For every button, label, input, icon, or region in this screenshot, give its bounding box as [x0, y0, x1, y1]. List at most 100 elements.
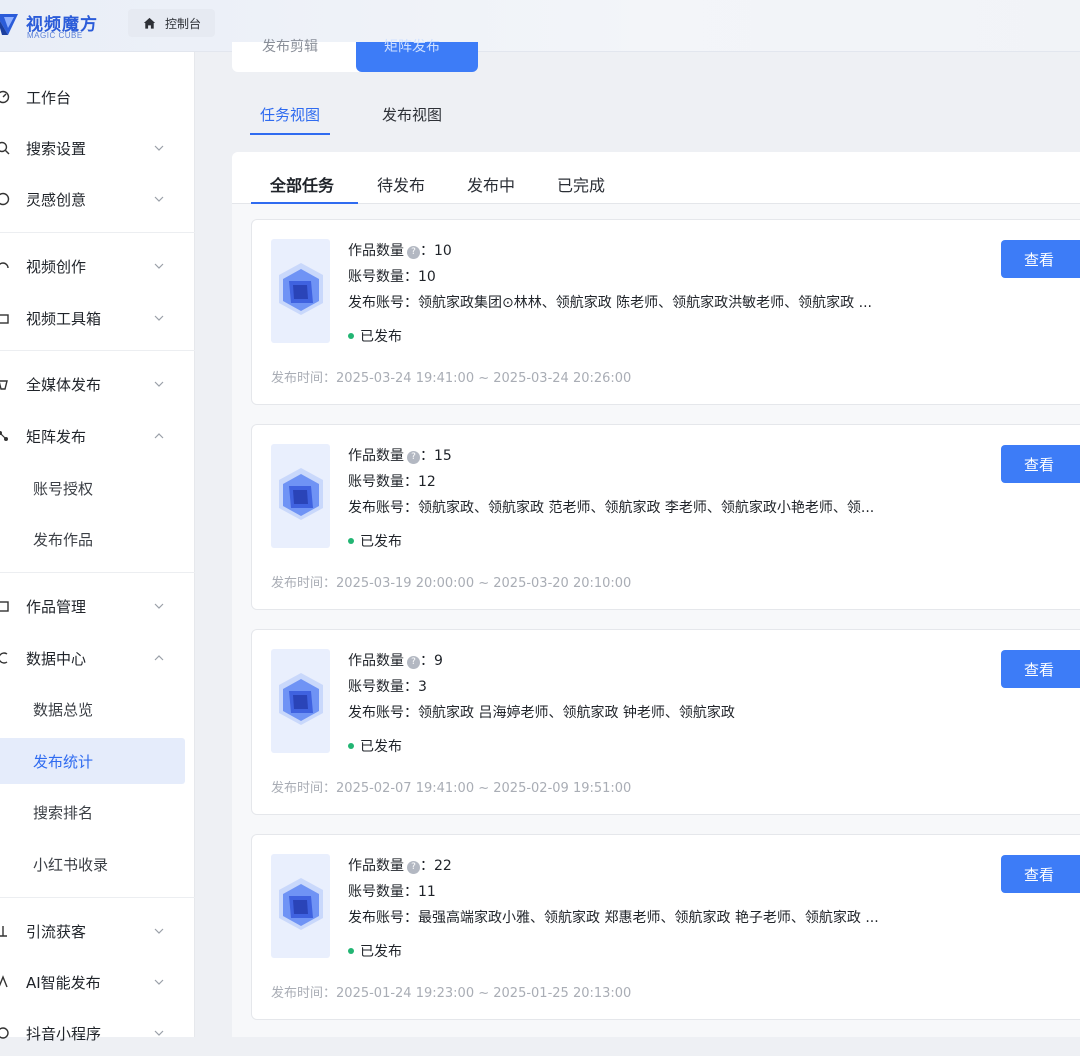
- status-label: 已发布: [360, 739, 402, 755]
- sidebar-subitem-account-auth[interactable]: 账号授权: [0, 465, 185, 511]
- works-count-row: 作品数量? ：10: [348, 243, 452, 259]
- publish-time: 发布时间：2025-03-19 20:00:00 ~ 2025-03-20 20…: [271, 576, 632, 591]
- sidebar-item-inspiration[interactable]: 灵感创意: [0, 176, 185, 222]
- help-icon[interactable]: ?: [407, 246, 420, 259]
- chevron-up-icon: [154, 655, 164, 661]
- video-create-icon: [0, 262, 9, 269]
- sidebar-subitem-publish-stats[interactable]: 发布统计: [0, 738, 185, 784]
- status-dot: [348, 333, 354, 339]
- task-thumbnail: [271, 649, 330, 753]
- publish-time-value: 2025-01-24 19:23:00 ~ 2025-01-25 20:13:0…: [336, 986, 632, 1001]
- sidebar-item-search-settings[interactable]: 搜索设置: [0, 125, 185, 171]
- tab-pending[interactable]: 待发布: [377, 172, 425, 196]
- sidebar-item-label: 工作台: [26, 88, 72, 107]
- accounts-count-row: 账号数量：3: [348, 679, 427, 695]
- sidebar-item-traffic[interactable]: 引流获客: [0, 908, 185, 954]
- sidebar-item-workbench[interactable]: 工作台: [0, 74, 185, 120]
- accounts-count-label: 账号数量: [348, 884, 404, 900]
- works-count-value: 22: [434, 858, 452, 874]
- publish-time: 发布时间：2025-03-24 19:41:00 ~ 2025-03-24 20…: [271, 371, 632, 386]
- tab-publish-view[interactable]: 发布视图: [382, 104, 442, 125]
- sidebar-item-video-toolbox[interactable]: 视频工具箱: [0, 295, 185, 341]
- view-button[interactable]: 查看: [1001, 855, 1080, 893]
- help-icon[interactable]: ?: [407, 656, 420, 669]
- works-count-value: 10: [434, 243, 452, 259]
- sidebar-item-omni-publish[interactable]: 全媒体发布: [0, 361, 185, 407]
- works-count-row: 作品数量? ：9: [348, 653, 443, 669]
- sidebar-item-data-center[interactable]: 数据中心: [0, 635, 185, 681]
- tab-completed[interactable]: 已完成: [557, 172, 605, 196]
- tab-all-tasks[interactable]: 全部任务: [270, 172, 334, 196]
- view-button[interactable]: 查看: [1001, 650, 1080, 688]
- sidebar-item-label: 小红书收录: [33, 855, 109, 874]
- chevron-down-icon: [154, 928, 164, 934]
- chevron-down-icon: [154, 196, 164, 202]
- tab-matrix-publish[interactable]: 矩阵发布: [356, 39, 478, 72]
- task-card: 作品数量? ：10 账号数量：10 发布账号：领航家政集团⊙林林、领航家政 陈老师…: [251, 219, 1080, 405]
- cube-logo-icon: [0, 14, 18, 35]
- publish-accounts-label: 发布账号: [348, 295, 404, 311]
- sidebar-subitem-data-overview[interactable]: 数据总览: [0, 686, 185, 732]
- publish-accounts-value: 领航家政、领航家政 范老师、领航家政 李老师、领航家政小艳老师、领...: [418, 500, 875, 516]
- publish-time-label: 发布时间: [271, 576, 324, 591]
- sidebar-subitem-publish-works[interactable]: 发布作品: [0, 516, 185, 562]
- ai-icon: [0, 975, 8, 988]
- sidebar-item-matrix-publish[interactable]: 矩阵发布: [0, 413, 185, 459]
- publish-accounts-row: 发布账号：领航家政 吕海婷老师、领航家政 钟老师、领航家政: [348, 705, 735, 721]
- sidebar-item-label: 视频工具箱: [26, 309, 102, 328]
- tab-task-view[interactable]: 任务视图: [249, 104, 331, 135]
- sidebar-item-label: 发布统计: [33, 752, 94, 771]
- sidebar-item-douyin-miniprogram[interactable]: 抖音小程序: [0, 1010, 185, 1056]
- sidebar-subitem-search-ranking[interactable]: 搜索排名: [0, 789, 185, 835]
- accounts-count-label: 账号数量: [348, 269, 404, 285]
- publish-accounts-value: 最强高端家政小雅、领航家政 郑惠老师、领航家政 艳子老师、领航家政 ...: [418, 910, 879, 926]
- publish-time-value: 2025-03-19 20:00:00 ~ 2025-03-20 20:10:0…: [336, 576, 632, 591]
- sidebar-item-video-creation[interactable]: 视频创作: [0, 243, 185, 289]
- accounts-count-value: 12: [418, 474, 436, 490]
- publish-time: 发布时间：2025-02-07 19:41:00 ~ 2025-02-09 19…: [271, 781, 632, 796]
- view-button[interactable]: 查看: [1001, 240, 1080, 278]
- lightbulb-icon: [0, 192, 10, 206]
- publish-time-label: 发布时间: [271, 781, 324, 796]
- publish-mode-tabs: 发布剪辑 矩阵发布: [232, 39, 478, 72]
- status-row: 已发布: [348, 941, 402, 961]
- publish-accounts-label: 发布账号: [348, 705, 404, 721]
- breadcrumb-label: 控制台: [165, 16, 202, 31]
- status-tabs: 全部任务 待发布 发布中 已完成: [232, 152, 1080, 204]
- view-button[interactable]: 查看: [1001, 445, 1080, 483]
- help-icon[interactable]: ?: [407, 451, 420, 464]
- sidebar-subitem-xiaohongshu[interactable]: 小红书收录: [0, 841, 185, 887]
- breadcrumb-console[interactable]: 控制台: [128, 9, 216, 37]
- sidebar-item-label: 数据总览: [33, 700, 94, 719]
- accounts-count-label: 账号数量: [348, 679, 404, 695]
- sidebar-item-ai-publish[interactable]: AI智能发布: [0, 959, 185, 1005]
- sidebar-item-works-management[interactable]: 作品管理: [0, 583, 185, 629]
- publish-accounts-value: 领航家政集团⊙林林、领航家政 陈老师、领航家政洪敏老师、领航家政 ...: [418, 295, 872, 311]
- publish-accounts-row: 发布账号：最强高端家政小雅、领航家政 郑惠老师、领航家政 艳子老师、领航家政 .…: [348, 910, 879, 926]
- video-cube-icon: [279, 263, 323, 315]
- tab-publishing[interactable]: 发布中: [467, 172, 515, 196]
- status-row: 已发布: [348, 326, 402, 346]
- chevron-down-icon: [154, 381, 164, 387]
- sidebar-item-label: 搜索排名: [33, 803, 94, 822]
- chevron-down-icon: [154, 979, 164, 985]
- active-tab-indicator: [251, 202, 358, 204]
- tab-publish-edit[interactable]: 发布剪辑: [262, 36, 318, 56]
- chevron-down-icon: [154, 1030, 164, 1036]
- accounts-count-row: 账号数量：12: [348, 474, 436, 490]
- main-content: 发布剪辑 矩阵发布 任务视图 发布视图 全部任务 待发布 发布中 已完成 作品数…: [195, 39, 1080, 1037]
- publish-accounts-row: 发布账号：领航家政、领航家政 范老师、领航家政 李老师、领航家政小艳老师、领..…: [348, 500, 875, 516]
- help-icon[interactable]: ?: [407, 861, 420, 874]
- sidebar-item-label: 灵感创意: [26, 190, 87, 209]
- task-card: 作品数量? ：15 账号数量：12 发布账号：领航家政、领航家政 范老师、领航家政…: [251, 424, 1080, 610]
- task-card: 作品数量? ：22 账号数量：11 发布账号：最强高端家政小雅、领航家政 郑惠老师…: [251, 834, 1080, 1020]
- status-row: 已发布: [348, 736, 402, 756]
- app-logo[interactable]: 视频魔方 MAGIC CUBE: [0, 5, 116, 45]
- status-label: 已发布: [360, 329, 402, 345]
- tab-label: 矩阵发布: [384, 39, 440, 55]
- search-icon: [0, 141, 10, 155]
- publish-time-label: 发布时间: [271, 371, 324, 386]
- data-icon: [0, 652, 8, 664]
- sidebar-item-label: 视频创作: [26, 257, 87, 276]
- works-count-label: 作品数量: [348, 243, 404, 259]
